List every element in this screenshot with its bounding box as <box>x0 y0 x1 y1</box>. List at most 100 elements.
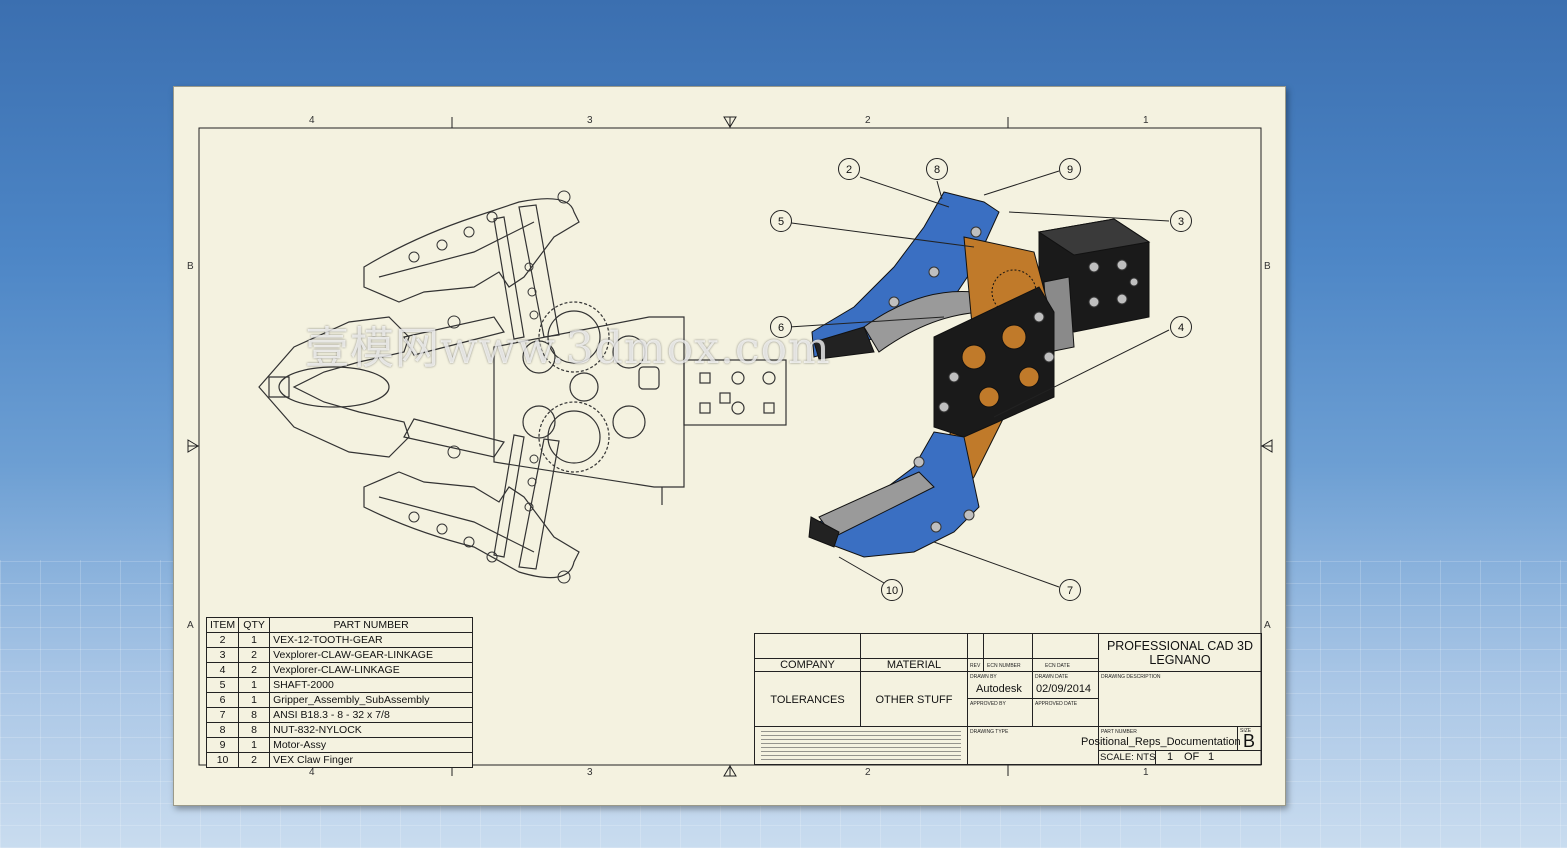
table-row[interactable]: 7 8 ANSI B18.3 - 8 - 32 x 7/8 <box>205 707 474 723</box>
drawn-by-value: Autodesk <box>976 683 1022 695</box>
drawn-date-label: DRAWN DATE <box>1035 674 1069 680</box>
zone-row-a-right: A <box>1264 620 1271 631</box>
size-cell: SIZE B <box>1237 726 1262 751</box>
item-cell: 9 <box>205 737 240 753</box>
watermark-text: 壹模网www.3dmox.com <box>305 323 831 374</box>
part-number-cell: Gripper_Assembly_SubAssembly <box>269 692 474 708</box>
zone-row-b-left: B <box>187 261 194 272</box>
table-row[interactable]: 6 1 Gripper_Assembly_SubAssembly <box>205 692 474 708</box>
balloon-5[interactable]: 5 <box>770 210 792 232</box>
balloon-4[interactable]: 4 <box>1170 316 1192 338</box>
tb-blank-2 <box>860 633 968 659</box>
tb-rev-blank <box>967 633 984 659</box>
zone-col-1-bottom: 1 <box>1143 767 1149 778</box>
company-label: COMPANY <box>754 658 861 672</box>
material-label: MATERIAL <box>860 658 968 672</box>
sheet-of-label: OF <box>1184 751 1200 763</box>
table-row[interactable]: 3 2 Vexplorer-CLAW-GEAR-LINKAGE <box>205 647 474 663</box>
item-cell: 10 <box>205 752 240 768</box>
qty-cell: 1 <box>238 677 271 693</box>
company-name-cell: PROFESSIONAL CAD 3D LEGNANO <box>1098 633 1262 672</box>
item-cell: 5 <box>205 677 240 693</box>
part-number-cell: SHAFT-2000 <box>269 677 474 693</box>
part-number-cell: PART NUMBER Positional_Reps_Documentatio… <box>1081 726 1241 751</box>
parts-list-header: ITEM QTY PART NUMBER <box>205 617 474 633</box>
qty-cell: 1 <box>238 737 271 753</box>
balloon-2[interactable]: 2 <box>838 158 860 180</box>
zone-col-3-bottom: 3 <box>587 767 593 778</box>
rev-cell: REV <box>967 658 984 672</box>
company-name-line1: PROFESSIONAL CAD 3D <box>1106 639 1254 653</box>
approved-date-cell: APPROVED DATE <box>1032 698 1099 727</box>
qty-cell: 8 <box>238 707 271 723</box>
legal-notice-box <box>754 726 968 765</box>
part-number-cell: Motor-Assy <box>269 737 474 753</box>
item-cell: 2 <box>205 632 240 648</box>
qty-cell: 2 <box>238 647 271 663</box>
part-number-value: Positional_Reps_Documentation <box>1081 736 1241 748</box>
qty-cell: 2 <box>238 752 271 768</box>
zone-col-4-top: 4 <box>309 115 315 126</box>
zone-col-4-bottom: 4 <box>309 767 315 778</box>
balloon-7[interactable]: 7 <box>1059 579 1081 601</box>
qty-cell: 8 <box>238 722 271 738</box>
scale-label: SCALE: NTS <box>1100 752 1156 763</box>
drawn-by-label: DRAWN BY <box>970 674 997 680</box>
parts-list-table: ITEM QTY PART NUMBER 2 1 VEX-12-TOOTH-GEAR… <box>205 617 474 768</box>
table-row[interactable]: 2 1 VEX-12-TOOTH-GEAR <box>205 632 474 648</box>
scale-divider <box>1155 751 1156 765</box>
other-stuff-label: OTHER STUFF <box>860 671 968 727</box>
legal-notice-text <box>761 730 961 760</box>
ecn-number-label: ECN NUMBER <box>987 663 1021 669</box>
item-cell: 8 <box>205 722 240 738</box>
part-number-cell: VEX-12-TOOTH-GEAR <box>269 632 474 648</box>
header-part-number: PART NUMBER <box>269 617 474 633</box>
table-row[interactable]: 10 2 VEX Claw Finger <box>205 752 474 768</box>
item-cell: 3 <box>205 647 240 663</box>
balloon-9[interactable]: 9 <box>1059 158 1081 180</box>
part-number-label: PART NUMBER <box>1101 729 1137 735</box>
ecn-date-cell: ECN DATE <box>1032 658 1099 672</box>
drawing-description-cell: DRAWING DESCRIPTION <box>1098 671 1262 727</box>
scale-sheet-row: SCALE: NTS 1 OF 1 <box>1098 750 1262 765</box>
balloon-3[interactable]: 3 <box>1170 210 1192 232</box>
rev-label: REV <box>970 663 981 669</box>
zone-col-1-top: 1 <box>1143 115 1149 126</box>
tolerances-label: TOLERANCES <box>754 671 861 727</box>
table-row[interactable]: 4 2 Vexplorer-CLAW-LINKAGE <box>205 662 474 678</box>
tb-ecn-blank <box>983 633 1033 659</box>
part-number-cell: Vexplorer-CLAW-LINKAGE <box>269 662 474 678</box>
drawn-date-cell: DRAWN DATE 02/09/2014 <box>1032 671 1099 699</box>
qty-cell: 1 <box>238 692 271 708</box>
part-number-cell: VEX Claw Finger <box>269 752 474 768</box>
part-number-cell: NUT-832-NYLOCK <box>269 722 474 738</box>
zone-col-2-top: 2 <box>865 115 871 126</box>
part-number-cell: Vexplorer-CLAW-GEAR-LINKAGE <box>269 647 474 663</box>
table-row[interactable]: 5 1 SHAFT-2000 <box>205 677 474 693</box>
sheet-number: 1 <box>1167 751 1174 763</box>
table-row[interactable]: 9 1 Motor-Assy <box>205 737 474 753</box>
drawn-date-value: 02/09/2014 <box>1036 683 1092 695</box>
balloon-10[interactable]: 10 <box>881 579 903 601</box>
qty-cell: 1 <box>238 632 271 648</box>
header-qty: QTY <box>238 617 271 633</box>
drawing-type-cell: DRAWING TYPE <box>967 726 1099 765</box>
ecn-number-cell: ECN NUMBER <box>983 658 1033 672</box>
ecn-date-label: ECN DATE <box>1045 663 1070 669</box>
header-item: ITEM <box>205 617 240 633</box>
balloon-8[interactable]: 8 <box>926 158 948 180</box>
company-name-line2: LEGNANO <box>1149 653 1211 667</box>
tb-ecn-date-blank <box>1032 633 1099 659</box>
item-cell: 4 <box>205 662 240 678</box>
drawn-by-cell: DRAWN BY Autodesk <box>967 671 1033 699</box>
title-block: COMPANY MATERIAL TOLERANCES OTHER STUFF … <box>754 633 1262 765</box>
size-value: B <box>1243 731 1256 751</box>
qty-cell: 2 <box>238 662 271 678</box>
item-cell: 6 <box>205 692 240 708</box>
drawing-sheet[interactable]: 4 3 2 1 4 3 2 1 B A B A 2 8 9 3 5 6 4 10… <box>173 86 1286 806</box>
table-row[interactable]: 8 8 NUT-832-NYLOCK <box>205 722 474 738</box>
zone-col-3-top: 3 <box>587 115 593 126</box>
zone-col-2-bottom: 2 <box>865 767 871 778</box>
approved-by-cell: APPROVED BY <box>967 698 1033 727</box>
part-number-cell: ANSI B18.3 - 8 - 32 x 7/8 <box>269 707 474 723</box>
